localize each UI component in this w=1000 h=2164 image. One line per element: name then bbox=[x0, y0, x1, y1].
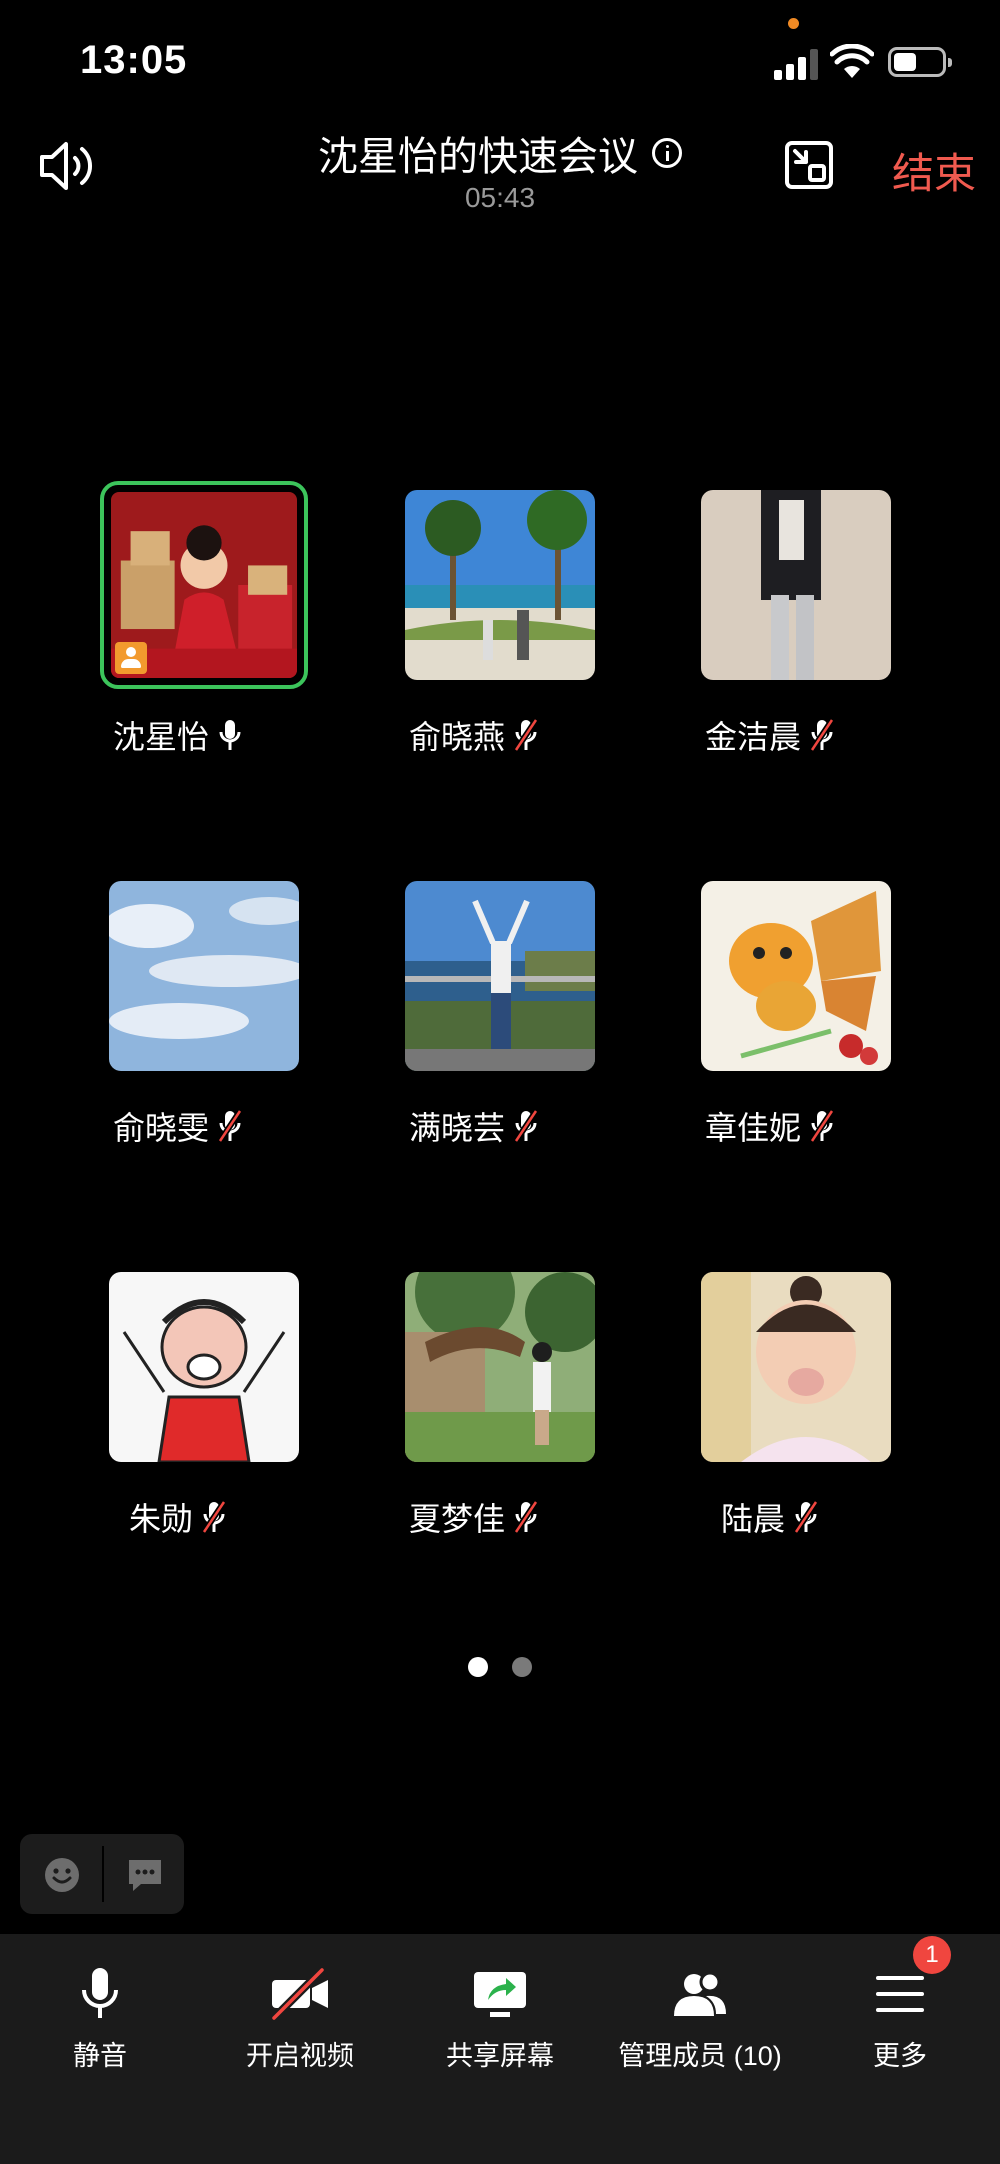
participant-avatar bbox=[109, 1272, 299, 1462]
share-screen-button[interactable]: 共享屏幕 bbox=[400, 1966, 600, 2073]
participant-tile[interactable]: 夏梦佳 bbox=[326, 1272, 622, 1537]
cellular-signal-icon bbox=[774, 46, 822, 80]
mic-muted-icon bbox=[201, 1500, 227, 1534]
manage-members-label: 管理成员 (10) bbox=[618, 2041, 782, 2071]
meeting-title: 沈星怡的快速会议 bbox=[318, 135, 638, 179]
avatar-photo-beach-palms bbox=[405, 490, 595, 680]
mic-muted-icon bbox=[217, 1109, 243, 1143]
participant-name: 夏梦佳 bbox=[408, 1501, 505, 1537]
participant-name: 朱勋 bbox=[128, 1501, 193, 1537]
notification-badge: 1 bbox=[913, 1936, 951, 1974]
avatar-photo-laughing-child bbox=[701, 1272, 891, 1462]
participant-tile[interactable]: 金洁晨 bbox=[622, 490, 918, 755]
host-badge-icon bbox=[115, 642, 147, 674]
participant-tile[interactable]: 俞晓雯 bbox=[30, 881, 326, 1146]
avatar-photo-standing-person bbox=[701, 490, 891, 680]
participant-avatar bbox=[701, 1272, 891, 1462]
participant-tile[interactable]: 沈星怡 bbox=[30, 481, 326, 755]
mic-on-icon bbox=[219, 720, 241, 750]
participant-name: 俞晓雯 bbox=[112, 1110, 209, 1146]
participant-tile[interactable]: 俞晓燕 bbox=[326, 490, 622, 755]
meeting-timer: 05:43 bbox=[464, 182, 536, 213]
page-indicator-dot[interactable] bbox=[512, 1657, 532, 1677]
participant-tile[interactable]: 陆晨 bbox=[622, 1272, 918, 1537]
reaction-chat-pill bbox=[20, 1834, 184, 1914]
avatar-photo-person-seaside bbox=[405, 881, 595, 1071]
participant-avatar bbox=[701, 490, 891, 680]
avatar-photo-giraffe-feeding bbox=[405, 1272, 595, 1462]
emoji-icon[interactable] bbox=[43, 1856, 81, 1894]
participant-avatar bbox=[405, 490, 595, 680]
mic-muted-icon bbox=[793, 1500, 819, 1534]
video-off-icon bbox=[271, 1967, 328, 2021]
participant-avatar bbox=[701, 881, 891, 1071]
participant-name: 俞晓燕 bbox=[408, 719, 505, 755]
avatar-photo-cloudy-sky bbox=[109, 881, 299, 1071]
avatar-illustration-tiger-butterfly bbox=[701, 881, 891, 1071]
end-meeting-button[interactable]: 结束 bbox=[892, 140, 976, 201]
meeting-title-row: 沈星怡的快速会议 bbox=[0, 124, 1000, 182]
more-label: 更多 bbox=[873, 2041, 927, 2071]
divider bbox=[102, 1846, 104, 1902]
mic-muted-icon bbox=[809, 718, 835, 752]
participant-name: 金洁晨 bbox=[704, 719, 801, 755]
page-indicator-dot-active[interactable] bbox=[468, 1657, 488, 1677]
avatar-drawing-cartoon-figure bbox=[109, 1272, 299, 1462]
start-video-button[interactable]: 开启视频 bbox=[200, 1966, 400, 2073]
info-icon[interactable] bbox=[652, 138, 682, 168]
participant-tile[interactable]: 章佳妮 bbox=[622, 881, 918, 1146]
mic-muted-icon bbox=[513, 1500, 539, 1534]
participant-name: 满晓芸 bbox=[408, 1110, 505, 1146]
participant-avatar bbox=[405, 1272, 595, 1462]
participant-avatar bbox=[405, 881, 595, 1071]
wifi-icon bbox=[830, 44, 874, 78]
recording-indicator-dot bbox=[788, 18, 799, 29]
battery-icon bbox=[888, 47, 952, 77]
participant-tile[interactable]: 朱勋 bbox=[30, 1272, 326, 1537]
share-screen-icon bbox=[474, 1972, 526, 2017]
status-time: 13:05 bbox=[80, 38, 188, 82]
minimize-window-icon[interactable] bbox=[784, 140, 834, 190]
microphone-icon bbox=[82, 1968, 118, 2018]
participant-name: 陆晨 bbox=[720, 1501, 785, 1537]
participant-avatar bbox=[109, 881, 299, 1071]
share-screen-label: 共享屏幕 bbox=[446, 2041, 554, 2071]
mic-muted-icon bbox=[809, 1109, 835, 1143]
mic-muted-icon bbox=[513, 1109, 539, 1143]
chat-icon[interactable] bbox=[125, 1856, 165, 1894]
more-button[interactable]: 更多 bbox=[800, 1966, 1000, 2073]
participant-avatar-active-speaker bbox=[100, 481, 308, 689]
bottom-toolbar: 静音 开启视频 共享屏幕 管理成员 (10) 更多 bbox=[0, 1934, 1000, 2164]
mute-label: 静音 bbox=[73, 2041, 127, 2071]
members-icon bbox=[674, 1971, 726, 2016]
mute-button[interactable]: 静音 bbox=[0, 1966, 200, 2073]
manage-members-button[interactable]: 管理成员 (10) bbox=[600, 1966, 800, 2073]
start-video-label: 开启视频 bbox=[246, 2041, 354, 2071]
participant-name: 章佳妮 bbox=[704, 1110, 801, 1146]
participant-tile[interactable]: 满晓芸 bbox=[326, 881, 622, 1146]
mic-muted-icon bbox=[513, 718, 539, 752]
participant-name: 沈星怡 bbox=[112, 719, 209, 755]
menu-icon bbox=[876, 1976, 924, 2012]
